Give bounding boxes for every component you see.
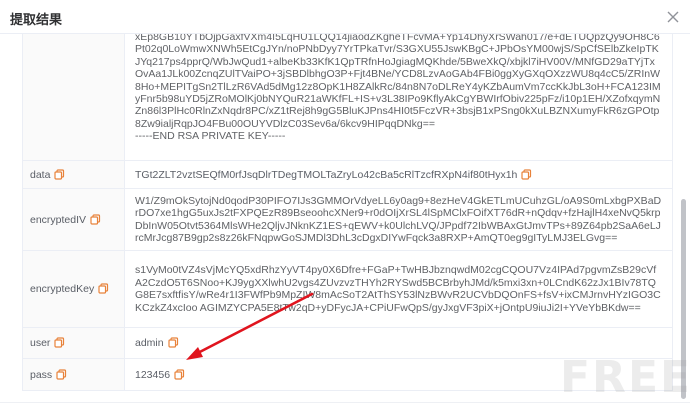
copy-icon[interactable] — [168, 337, 179, 348]
table-row-encrypted-key: encryptedKey s1VyMo0tVZ4sVjMcYQ5xdRhzYyV… — [22, 250, 673, 328]
table-row-private-key: xEp8GB10YTbOjpGaxfVXm4I5LqHU1LQQ14jiaodZ… — [22, 34, 673, 161]
encrypted-key-value: s1VyMo0tVZ4sVjMcYQ5xdRhzYyVT4py0X6Dfre+F… — [124, 250, 673, 328]
label-text: encryptedIV — [30, 213, 87, 226]
scrollbar[interactable] — [680, 34, 687, 402]
copy-icon[interactable] — [90, 213, 101, 225]
encrypted-key-text: s1VyMo0tVZ4sVjMcYQ5xdRhzYyVT4py0X6Dfre+F… — [135, 264, 661, 314]
row-label-empty — [22, 34, 125, 161]
label-text: encryptedKey — [30, 283, 95, 295]
watermark-logo: FREEBUF — [560, 352, 690, 403]
copy-icon[interactable] — [521, 168, 532, 180]
private-key-value: xEp8GB10YTbOjpGaxfVXm4I5LqHU1LQQ14jiaodZ… — [124, 34, 673, 161]
row-label-pass: pass — [22, 358, 125, 391]
encrypted-iv-value: W1/Z9mOkSytojNd0qodP30PIFO7IJs3GMMOrVdye… — [124, 188, 673, 251]
result-modal: 提取结果 xEp8GB10YTbOjpGaxfVXm4I5LqHU1LQQ14j… — [0, 0, 690, 403]
user-value-text: admin — [135, 337, 164, 349]
row-label-encrypted-iv: encryptedIV — [22, 188, 125, 251]
data-value: TGt2ZLT2vztSEQfM0rfJsqDlrTDegTMOLTaZryLo… — [124, 160, 673, 189]
data-value-text: TGt2ZLT2vztSEQfM0rfJsqDlrTDegTMOLTaZryLo… — [135, 168, 518, 181]
row-label-data: data — [22, 160, 125, 189]
result-table: xEp8GB10YTbOjpGaxfVXm4I5LqHU1LQQ14jiaodZ… — [22, 34, 673, 391]
private-key-text: xEp8GB10YTbOjpGaxfVXm4I5LqHU1LQQ14jiaodZ… — [135, 34, 661, 143]
pass-value-text: 123456 — [135, 368, 171, 381]
modal-title: 提取结果 — [10, 12, 63, 27]
modal-body: xEp8GB10YTbOjpGaxfVXm4I5LqHU1LQQ14jiaodZ… — [0, 34, 690, 402]
row-label-encrypted-key: encryptedKey — [22, 250, 125, 328]
table-row-encrypted-iv: encryptedIV W1/Z9mOkSytojNd0qodP30PIFO7I… — [22, 188, 673, 251]
copy-icon[interactable] — [174, 368, 185, 380]
modal-header: 提取结果 — [0, 0, 690, 34]
label-text: pass — [30, 368, 53, 381]
encrypted-iv-text: W1/Z9mOkSytojNd0qodP30PIFO7IJs3GMMOrVdye… — [135, 194, 662, 245]
copy-icon[interactable] — [56, 368, 67, 380]
label-text: user — [30, 337, 51, 349]
copy-icon[interactable] — [54, 337, 65, 348]
copy-icon[interactable] — [98, 283, 109, 294]
row-label-user: user — [22, 327, 125, 359]
copy-icon[interactable] — [54, 168, 65, 180]
label-text: data — [30, 168, 51, 181]
table-row-data: data TGt2ZLT2vztSEQfM0rfJsqDlrTDegTMOLTa… — [22, 160, 673, 189]
close-icon[interactable] — [664, 8, 682, 26]
